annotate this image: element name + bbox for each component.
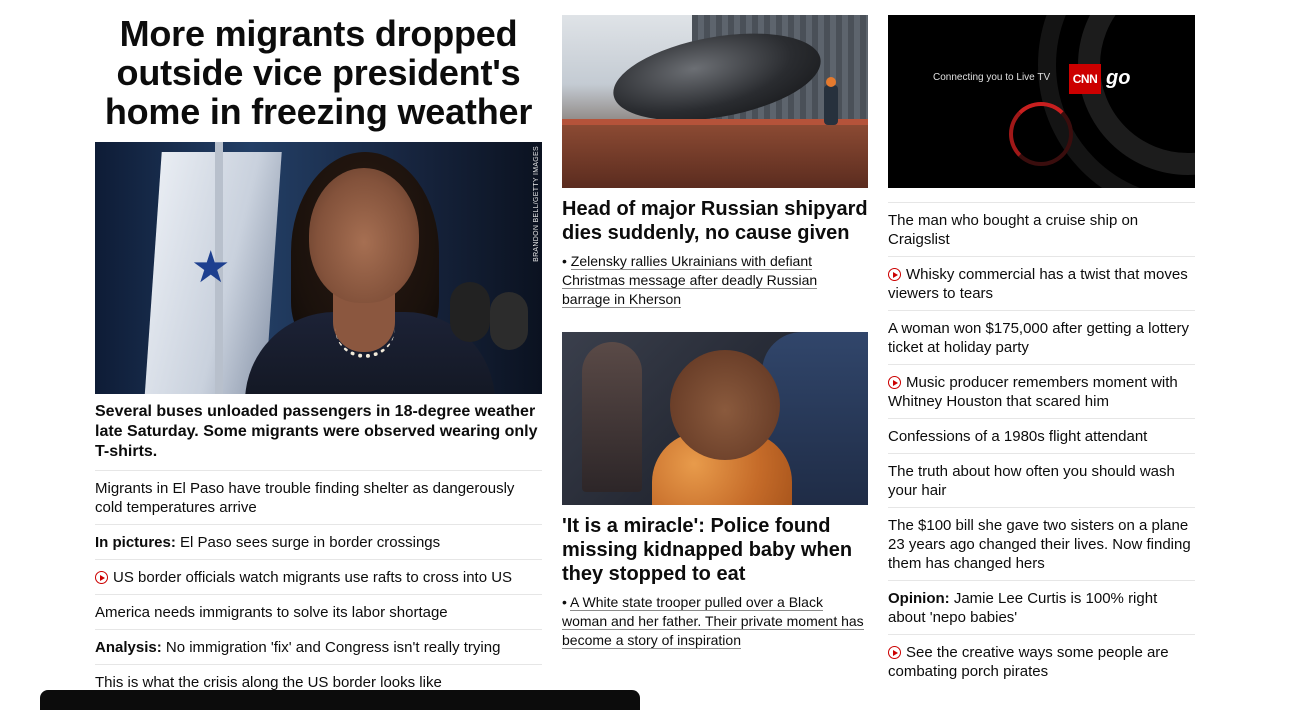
story-title[interactable]: 'It is a miracle': Police found missing …	[562, 514, 868, 586]
worker-graphic	[824, 77, 838, 125]
list-item[interactable]: Confessions of a 1980s flight attendant	[888, 418, 1195, 453]
list-item[interactable]: The $100 bill she gave two sisters on a …	[888, 507, 1195, 580]
play-icon	[95, 571, 108, 584]
story-card: Head of major Russian shipyard dies sudd…	[562, 15, 868, 309]
list-item[interactable]: The man who bought a cruise ship on Crai…	[888, 202, 1195, 256]
deck-graphic	[562, 125, 868, 188]
microphone-icon	[450, 282, 490, 342]
story-sublink[interactable]: • Zelensky rallies Ukrainians with defia…	[562, 252, 868, 309]
lead-caption[interactable]: Several buses unloaded passengers in 18-…	[95, 402, 542, 462]
baby-image[interactable]	[562, 332, 868, 505]
list-item[interactable]: US border officials watch migrants use r…	[95, 559, 542, 594]
right-headline-list: The man who bought a cruise ship on Crai…	[888, 202, 1195, 688]
story-card: 'It is a miracle': Police found missing …	[562, 332, 868, 650]
star-icon: ★	[191, 243, 231, 292]
list-item[interactable]: A woman won $175,000 after getting a lot…	[888, 310, 1195, 364]
play-icon	[888, 646, 901, 659]
lead-image[interactable]: ★ BRANDON BELL/GETTY IMAGES	[95, 142, 542, 394]
microphone-icon	[490, 292, 528, 350]
list-item[interactable]: Analysis: No immigration 'fix' and Congr…	[95, 629, 542, 664]
loading-spinner-icon	[1009, 102, 1073, 166]
face-graphic	[309, 168, 419, 303]
submarine-image[interactable]	[562, 15, 868, 188]
baby-face-graphic	[670, 350, 780, 460]
lead-story: More migrants dropped outside vice presi…	[95, 14, 542, 699]
play-icon	[888, 376, 901, 389]
play-icon	[888, 268, 901, 281]
live-status-text: Connecting you to Live TV	[933, 72, 1051, 83]
right-column: Connecting you to Live TV CNN go The man…	[888, 15, 1195, 688]
list-item[interactable]: Opinion: Jamie Lee Curtis is 100% right …	[888, 580, 1195, 634]
go-logo: go	[1106, 67, 1131, 89]
background-person-graphic	[582, 342, 642, 492]
list-item[interactable]: Whisky commercial has a twist that moves…	[888, 256, 1195, 310]
story-title[interactable]: Head of major Russian shipyard dies sudd…	[562, 197, 868, 245]
list-item[interactable]: America needs immigrants to solve its la…	[95, 594, 542, 629]
story-sublink[interactable]: • A White state trooper pulled over a Bl…	[562, 593, 868, 650]
bottom-overlay-bar	[40, 690, 640, 710]
list-item[interactable]: See the creative ways some people are co…	[888, 634, 1195, 688]
lead-related-list: Migrants in El Paso have trouble finding…	[95, 470, 542, 699]
image-credit: BRANDON BELL/GETTY IMAGES	[533, 146, 540, 262]
list-item[interactable]: Music producer remembers moment with Whi…	[888, 364, 1195, 418]
list-item[interactable]: The truth about how often you should was…	[888, 453, 1195, 507]
middle-column: Head of major Russian shipyard dies sudd…	[562, 15, 868, 650]
list-item[interactable]: Migrants in El Paso have trouble finding…	[95, 470, 542, 524]
list-item[interactable]: In pictures: El Paso sees surge in borde…	[95, 524, 542, 559]
live-tv-player[interactable]: Connecting you to Live TV CNN go	[888, 15, 1195, 188]
cnn-logo: CNN	[1069, 64, 1101, 94]
lead-headline[interactable]: More migrants dropped outside vice presi…	[95, 14, 542, 131]
